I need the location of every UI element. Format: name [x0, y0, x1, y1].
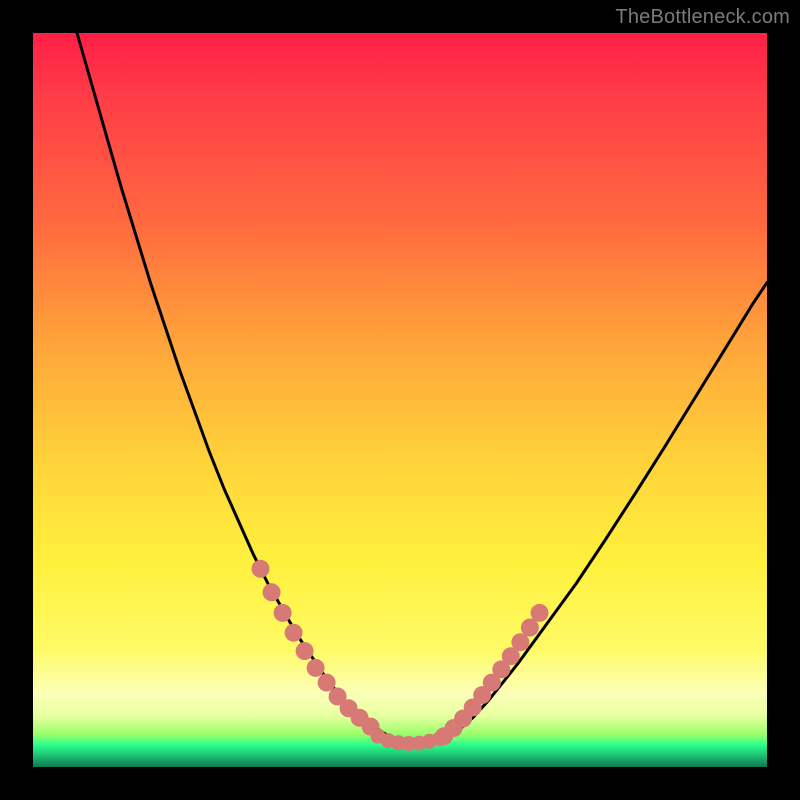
highlight-bottom	[371, 729, 448, 751]
watermark-text: TheBottleneck.com	[615, 6, 790, 29]
chart-frame: TheBottleneck.com	[0, 0, 800, 800]
curve-layer	[33, 33, 767, 767]
highlight-ascending	[435, 604, 549, 745]
bottleneck-curve	[77, 33, 767, 744]
highlight-descending	[252, 560, 380, 736]
